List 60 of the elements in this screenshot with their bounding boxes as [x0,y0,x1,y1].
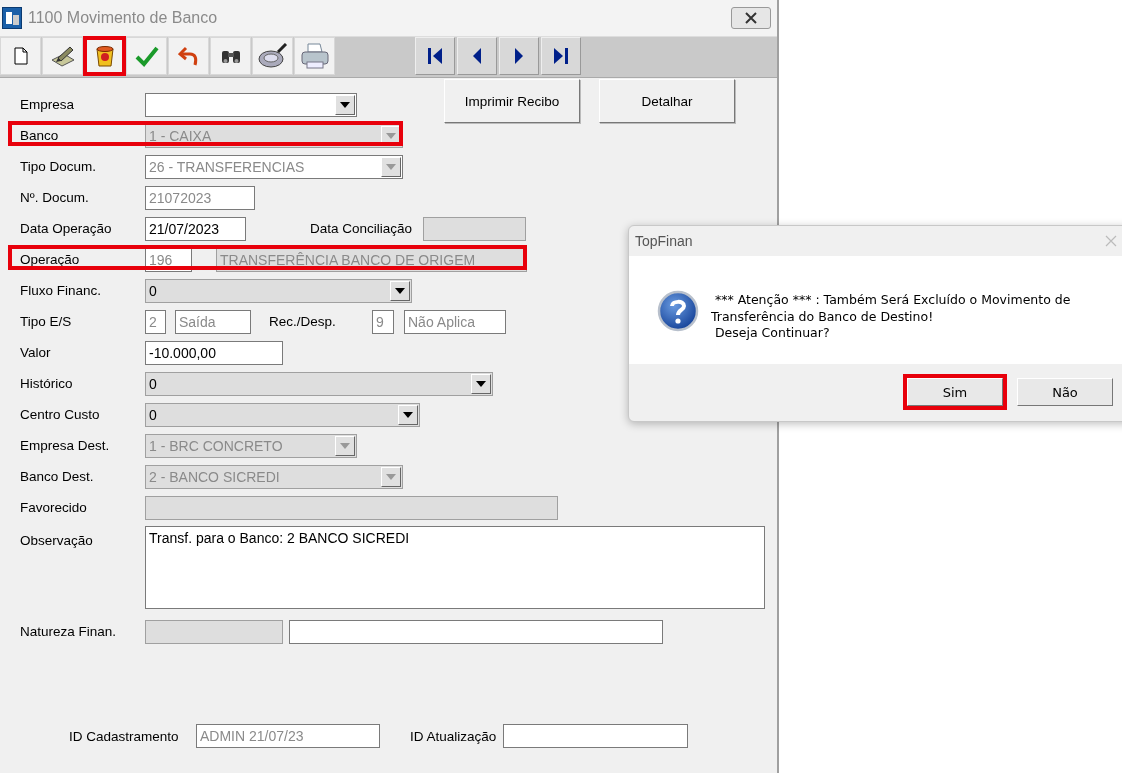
field-label: Banco [20,128,60,143]
first-record-icon [427,47,443,65]
field-label: Observação [20,533,94,548]
toolbar-button[interactable] [252,37,293,75]
field-label: Centro Custo [20,407,101,422]
navigation-button[interactable] [415,37,455,75]
navigation-button[interactable] [457,37,497,75]
window-title: 1100 Movimento de Banco [28,9,219,27]
field-label: Data Conciliação [310,221,414,236]
trash-bin-icon [93,44,116,68]
navigation-button[interactable] [499,37,539,75]
dialog-title: TopFinan [635,233,694,249]
toolbar-button[interactable] [210,37,251,75]
close-button[interactable] [731,7,771,29]
dropdown-field[interactable] [145,92,357,117]
input-field[interactable] [289,619,663,644]
input-field[interactable] [423,216,526,241]
field-label: Data Operação [20,221,113,236]
dialog-message: *** Atenção *** : Também Será Excluído o Movimento de Transferência do Banco de Destino! Deseja Continuar? [711,291,1071,342]
field-label: Tipo E/S [20,314,73,329]
toolbar-button[interactable] [42,37,83,75]
field-label: Tipo Docum. [20,159,98,174]
input-field[interactable]: 21/07/2023 [145,216,246,241]
question-icon [657,290,699,332]
field-label: Valor [20,345,52,360]
field-label: ID Cadastramento [69,728,180,744]
field-label: ID Atualização [410,728,498,744]
field-label: Empresa Dest. [20,438,111,453]
last-record-icon [553,47,569,65]
dropdown-field[interactable]: 0 [145,278,412,303]
dropdown-field[interactable]: 0 [145,402,420,427]
action-button[interactable]: Detalhar [599,79,735,123]
next-icon [514,47,524,65]
field-label: Operação [20,252,81,267]
input-field[interactable]: -10.000,00 [145,340,283,365]
checkmark-icon [134,45,159,67]
toolbar-button[interactable] [84,37,125,75]
navigation-button[interactable] [541,37,581,75]
dropdown-field[interactable]: 0 [145,371,493,396]
field-label: Favorecido [20,500,88,515]
field-label: Banco Dest. [20,469,95,484]
printer-icon [299,42,330,70]
dialog-button[interactable]: Não [1017,378,1113,406]
close-icon [745,12,757,24]
input-field[interactable] [145,619,283,644]
disc-icon [257,43,288,69]
undo-arrow-icon [177,45,200,67]
action-button[interactable]: Imprimir Recibo [444,79,580,123]
pencil-paper-icon [49,44,76,68]
field-label: Fluxo Financ. [20,283,103,298]
document-icon [12,47,29,65]
input-field[interactable] [145,495,558,520]
field-label: Nº. Docum. [20,190,90,205]
field-label: Histórico [20,376,74,391]
previous-icon [472,47,482,65]
field-label: Rec./Desp. [269,314,337,329]
field-label: Empresa [20,97,76,112]
input-field[interactable] [503,724,688,748]
text-area[interactable]: Transf. para o Banco: 2 BANCO SICREDI [145,526,765,609]
field-label: Natureza Finan. [20,624,118,639]
